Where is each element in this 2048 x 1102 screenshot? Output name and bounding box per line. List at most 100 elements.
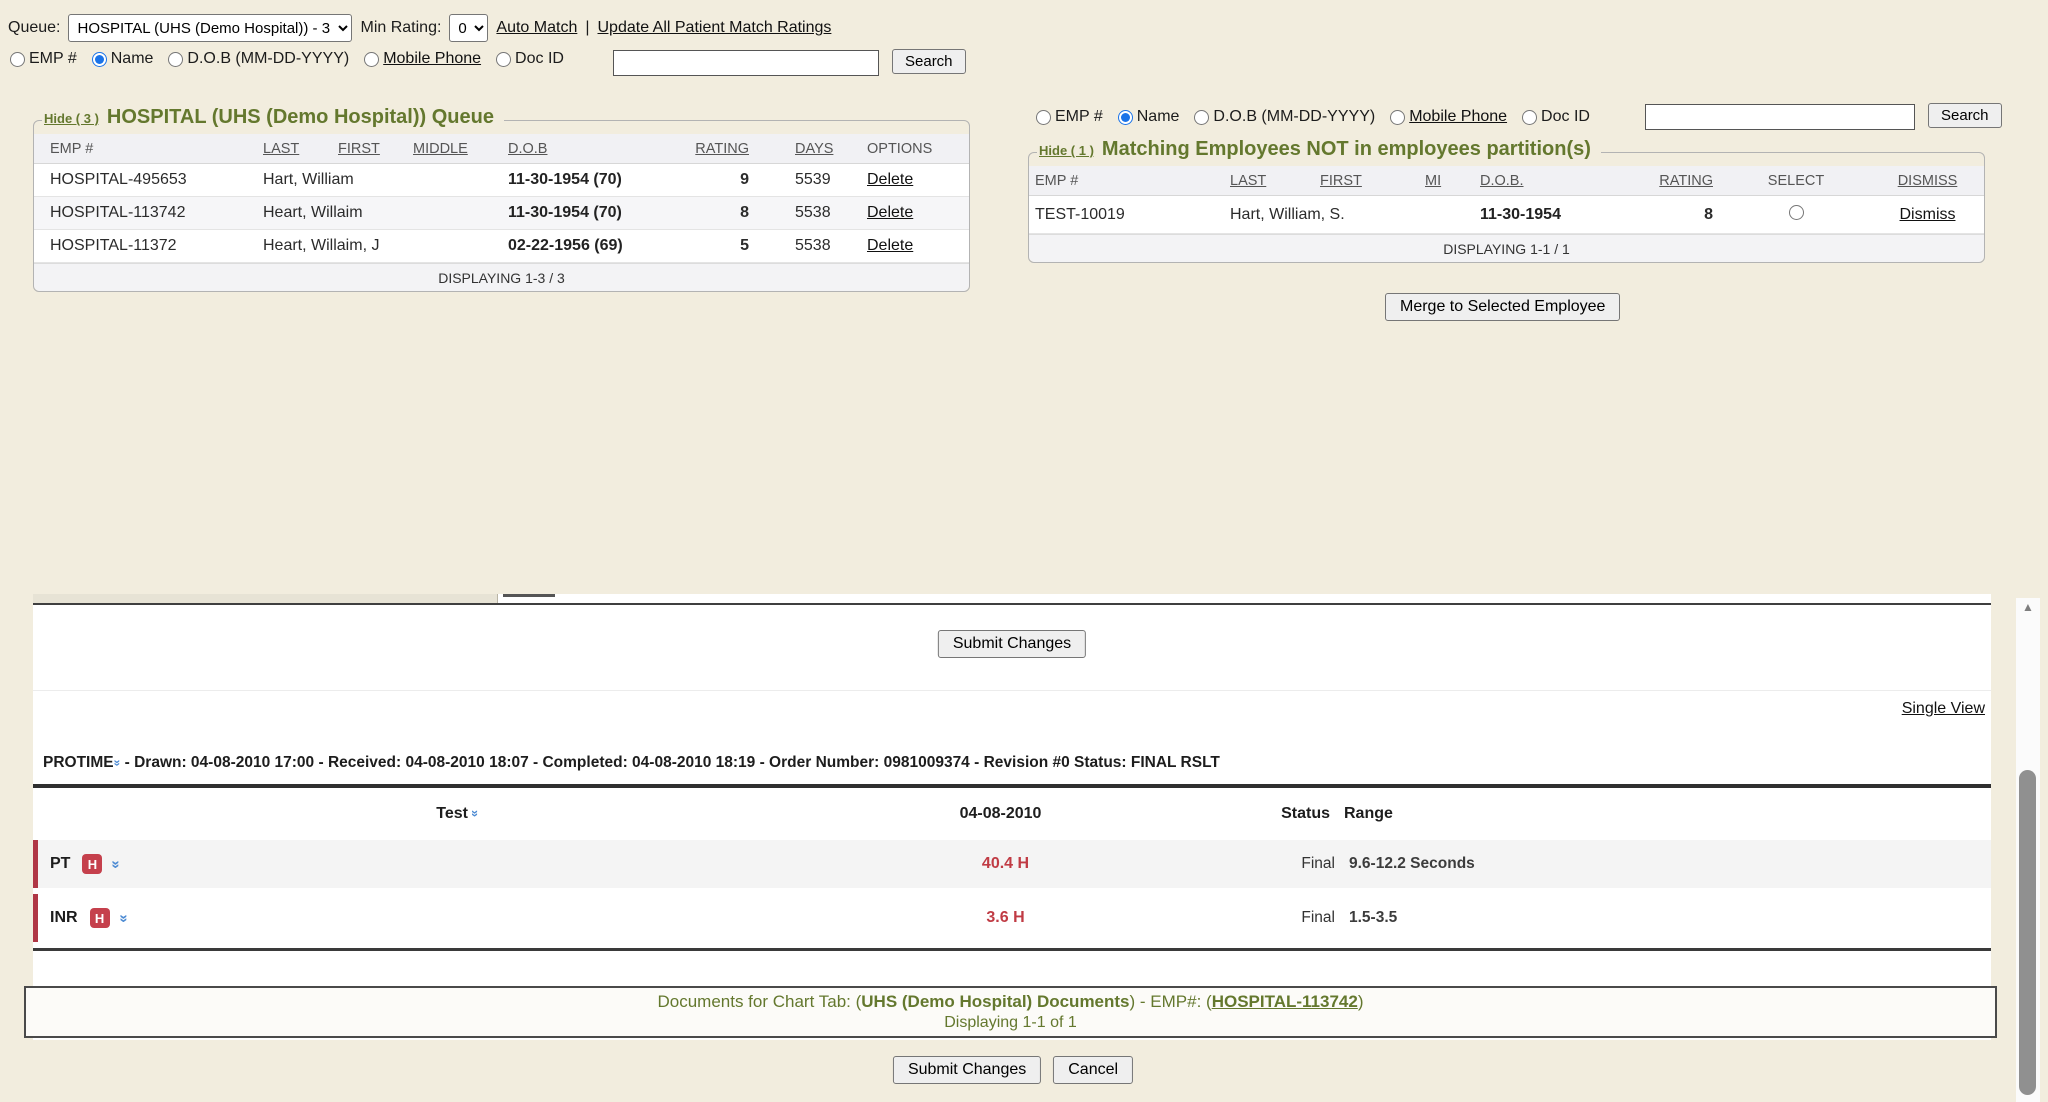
col-middle[interactable]: MIDDLE <box>399 141 494 157</box>
left-radio-dob[interactable]: D.O.B (MM-DD-YYYY) <box>168 50 349 68</box>
lab-test-cell: INR H » <box>38 908 888 928</box>
queue-label: Queue: <box>8 19 60 37</box>
left-radio-empno[interactable]: EMP # <box>10 50 77 68</box>
top-toolbar: Queue: HOSPITAL (UHS (Demo Hospital)) - … <box>8 14 831 42</box>
right-search-input[interactable] <box>1645 104 1915 130</box>
single-view-link[interactable]: Single View <box>1902 700 1985 718</box>
cell-name: Hart, William, S. <box>1224 206 1474 224</box>
horizontal-scrollbar[interactable] <box>33 594 1991 605</box>
cell-rating: 5 <box>684 237 749 255</box>
dismiss-action[interactable]: Dismiss <box>1871 206 1984 224</box>
lab-col-date: 04-08-2010 <box>883 805 1118 823</box>
expand-order-icon[interactable]: » <box>110 760 124 767</box>
cell-dob: 11-30-1954 (70) <box>494 171 684 189</box>
cell-empno: HOSPITAL-495653 <box>34 171 249 189</box>
queue-table-row: HOSPITAL-11372 Heart, Willaim, J 02-22-1… <box>34 230 969 263</box>
expand-result-icon[interactable]: » <box>115 914 132 922</box>
documents-bar: Documents for Chart Tab: (UHS (Demo Hosp… <box>24 986 1997 1038</box>
col-empno: EMP # <box>1029 173 1224 189</box>
right-radio-dob[interactable]: D.O.B (MM-DD-YYYY) <box>1194 108 1375 126</box>
delete-action[interactable]: Delete <box>834 204 969 222</box>
delete-action[interactable]: Delete <box>834 171 969 189</box>
expand-result-icon[interactable]: » <box>108 860 125 868</box>
right-radio-name-input[interactable] <box>1118 110 1133 125</box>
auto-match-link[interactable]: Auto Match <box>496 19 577 37</box>
merge-select-radio[interactable] <box>1789 205 1804 220</box>
cell-name: Heart, Willaim, J <box>249 237 494 255</box>
scroll-up-arrow-icon[interactable]: ▲ <box>2016 600 2040 614</box>
left-radio-docid[interactable]: Doc ID <box>496 50 564 68</box>
lab-result-range: 1.5-3.5 <box>1335 909 1991 927</box>
lab-row-inr: INR H » 3.6 H Final 1.5-3.5 <box>33 894 1991 942</box>
right-radio-mobile-input[interactable] <box>1390 110 1405 125</box>
order-header-line: PROTIME» - Drawn: 04-08-2010 17:00 - Rec… <box>43 754 1220 772</box>
merge-to-selected-button[interactable]: Merge to Selected Employee <box>1385 293 1620 321</box>
left-radio-empno-input[interactable] <box>10 52 25 67</box>
cell-empno: TEST-10019 <box>1029 206 1224 224</box>
col-dismiss[interactable]: DISMISS <box>1871 173 1984 189</box>
right-radio-mobile[interactable]: Mobile Phone <box>1390 108 1507 126</box>
match-hide-link[interactable]: Hide ( 1 ) <box>1039 143 1094 158</box>
col-dob[interactable]: D.O.B. <box>1474 173 1649 189</box>
left-search-input[interactable] <box>613 50 879 76</box>
lab-table-bottom-border <box>33 948 1991 951</box>
queue-hide-link[interactable]: Hide ( 3 ) <box>44 111 99 126</box>
match-table-header: EMP # LAST FIRST MI D.O.B. RATING SELECT… <box>1029 166 1984 196</box>
right-radio-empno[interactable]: EMP # <box>1036 108 1103 126</box>
high-flag-badge: H <box>82 854 102 874</box>
delete-action[interactable]: Delete <box>834 237 969 255</box>
documents-title: Documents for Chart Tab: (UHS (Demo Hosp… <box>26 992 1995 1012</box>
horizontal-scrollbar-thumb[interactable] <box>503 594 555 603</box>
cell-name: Heart, Willaim <box>249 204 494 222</box>
match-table-footer: DISPLAYING 1-1 / 1 <box>1029 234 1984 262</box>
queue-panel-title: HOSPITAL (UHS (Demo Hospital)) Queue <box>107 106 494 129</box>
col-rating[interactable]: RATING <box>1649 173 1721 189</box>
right-search-button[interactable]: Search <box>1928 103 2002 128</box>
update-all-ratings-link[interactable]: Update All Patient Match Ratings <box>598 19 832 37</box>
left-radio-dob-input[interactable] <box>168 52 183 67</box>
left-search-button[interactable]: Search <box>892 49 966 74</box>
lab-row-pt: PT H » 40.4 H Final 9.6-12.2 Seconds <box>33 840 1991 888</box>
vertical-scrollbar[interactable]: ▲ <box>2016 598 2040 1102</box>
queue-select[interactable]: HOSPITAL (UHS (Demo Hospital)) - 3 <box>68 14 352 42</box>
col-rating[interactable]: RATING <box>684 141 749 157</box>
col-mi[interactable]: MI <box>1419 173 1474 189</box>
left-radio-docid-input[interactable] <box>496 52 511 67</box>
queue-panel-legend: Hide ( 3 ) HOSPITAL (UHS (Demo Hospital)… <box>42 106 504 129</box>
lab-table-header: Test » 04-08-2010 Status Range <box>33 788 1991 840</box>
cell-dob: 02-22-1956 (69) <box>494 237 684 255</box>
min-rating-select[interactable]: 0 <box>449 14 488 42</box>
match-panel: Hide ( 1 ) Matching Employees NOT in emp… <box>1028 152 1985 263</box>
order-details: - Drawn: 04-08-2010 17:00 - Received: 04… <box>125 754 1220 771</box>
col-first[interactable]: FIRST <box>1314 173 1419 189</box>
right-radio-mobile-label[interactable]: Mobile Phone <box>1409 108 1507 126</box>
right-radio-name[interactable]: Name <box>1118 108 1180 126</box>
col-days[interactable]: DAYS <box>749 141 834 157</box>
right-radio-docid[interactable]: Doc ID <box>1522 108 1590 126</box>
col-first[interactable]: FIRST <box>324 141 399 157</box>
col-last[interactable]: LAST <box>249 141 324 157</box>
right-radio-dob-input[interactable] <box>1194 110 1209 125</box>
footer-submit-changes-button[interactable]: Submit Changes <box>893 1056 1041 1084</box>
submit-changes-button[interactable]: Submit Changes <box>938 630 1086 658</box>
emp-number-link[interactable]: HOSPITAL-113742 <box>1212 992 1358 1011</box>
lab-test-cell: PT H » <box>38 854 888 874</box>
col-last[interactable]: LAST <box>1224 173 1314 189</box>
footer-actions: Submit Changes Cancel <box>893 1056 1133 1084</box>
footer-cancel-button[interactable]: Cancel <box>1053 1056 1133 1084</box>
left-radio-name-input[interactable] <box>92 52 107 67</box>
sort-test-icon[interactable]: » <box>469 810 484 817</box>
left-search-options: EMP # Name D.O.B (MM-DD-YYYY) Mobile Pho… <box>10 50 564 68</box>
col-select: SELECT <box>1721 173 1871 189</box>
lab-result-range: 9.6-12.2 Seconds <box>1335 855 1991 873</box>
horizontal-scrollbar-track[interactable] <box>33 594 498 603</box>
col-dob[interactable]: D.O.B <box>494 141 684 157</box>
right-radio-docid-input[interactable] <box>1522 110 1537 125</box>
left-radio-mobile-input[interactable] <box>364 52 379 67</box>
left-radio-mobile[interactable]: Mobile Phone <box>364 50 481 68</box>
right-radio-empno-input[interactable] <box>1036 110 1051 125</box>
left-radio-name[interactable]: Name <box>92 50 154 68</box>
vertical-scrollbar-thumb[interactable] <box>2019 770 2036 1095</box>
min-rating-label: Min Rating: <box>360 19 441 37</box>
left-radio-mobile-label[interactable]: Mobile Phone <box>383 50 481 68</box>
